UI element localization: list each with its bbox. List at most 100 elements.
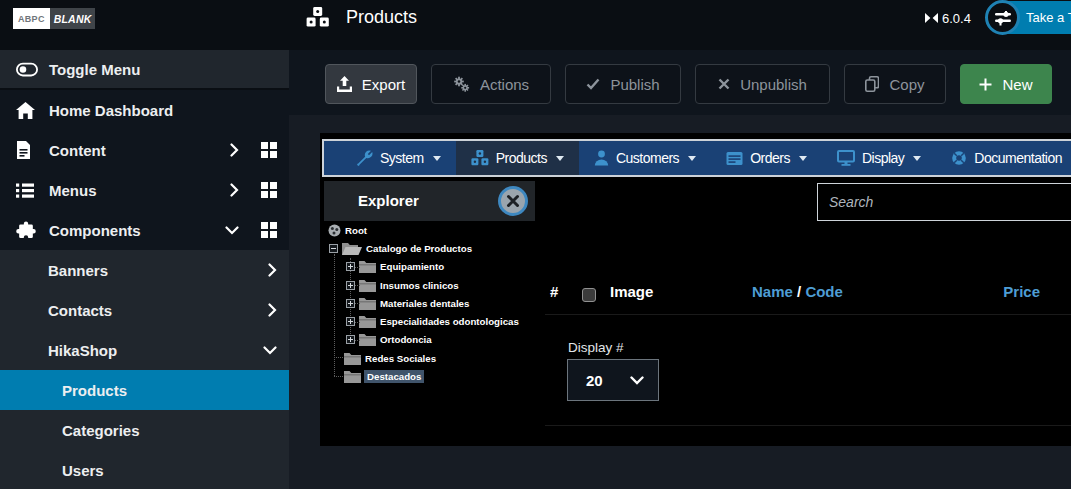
display-count-select[interactable]: 20: [567, 359, 659, 401]
menu-orders[interactable]: Orders: [711, 141, 822, 175]
page-title-group: Products: [306, 0, 417, 35]
copy-button[interactable]: Copy: [844, 64, 946, 104]
list-icon: [16, 180, 38, 200]
expand-icon[interactable]: [346, 299, 355, 308]
column-header-code[interactable]: Code: [805, 283, 843, 300]
expand-icon[interactable]: [346, 262, 355, 271]
life-ring-icon: [951, 150, 967, 166]
menu-display[interactable]: Display: [822, 141, 936, 175]
expand-icon[interactable]: [346, 335, 355, 344]
grid-icon[interactable]: [261, 142, 277, 158]
card-icon: [726, 151, 743, 166]
toolbar: Export Actions Publish Unpublish: [289, 50, 1071, 115]
pagination-divider: [545, 425, 1071, 426]
menu-products[interactable]: Products: [456, 141, 579, 175]
caret-down-icon: [556, 156, 564, 161]
chevron-down-icon: [263, 346, 277, 355]
expand-icon[interactable]: [346, 281, 355, 290]
sidebar-item-hikashop[interactable]: HikaShop: [0, 330, 289, 370]
menu-label: Products: [496, 150, 547, 166]
category-tree: Root Catalogo de Productos Equipamiento: [324, 221, 539, 386]
app: ABPC BLANK Products: [0, 0, 1071, 489]
chevron-right-icon: [230, 143, 239, 157]
chevron-right-icon: [230, 183, 239, 197]
sidebar-item-home-dashboard[interactable]: Home Dashboard: [0, 90, 289, 130]
tour-sliders-icon[interactable]: [985, 0, 1020, 35]
tree-connector: [355, 285, 360, 286]
menu-system[interactable]: System: [342, 141, 456, 175]
chevron-right-icon: [268, 263, 277, 277]
unpublish-label: Unpublish: [740, 76, 807, 93]
export-button[interactable]: Export: [325, 64, 417, 104]
sidebar-item-users[interactable]: Users: [0, 450, 289, 489]
tree-label: Root: [345, 225, 367, 236]
sidebar-item-components[interactable]: Components: [0, 210, 289, 250]
sidebar-item-categories[interactable]: Categories: [0, 410, 289, 450]
actions-label: Actions: [480, 76, 529, 93]
search-placeholder: Search: [829, 194, 873, 210]
menu-label: Documentation: [974, 150, 1062, 166]
sidebar-item-label: Content: [49, 142, 230, 159]
column-header-image[interactable]: Image: [610, 283, 653, 300]
copy-label: Copy: [889, 76, 924, 93]
tree-connector: [355, 303, 360, 304]
chevron-down-icon: [225, 226, 239, 235]
site-logo[interactable]: ABPC BLANK: [13, 8, 95, 29]
plus-icon: [979, 78, 992, 91]
sidebar-item-products[interactable]: Products: [0, 370, 289, 410]
new-button[interactable]: New: [960, 64, 1052, 104]
sidebar-item-label: Categories: [16, 422, 277, 439]
search-input[interactable]: Search: [817, 183, 1071, 221]
person-icon: [594, 150, 609, 166]
sidebar-item-content[interactable]: Content: [0, 130, 289, 170]
column-header-name[interactable]: Name: [752, 283, 793, 300]
folder-icon: [359, 260, 376, 273]
sidebar-item-menus[interactable]: Menus: [0, 170, 289, 210]
tree-label: Catalogo de Productos: [366, 243, 472, 254]
sidebar-item-toggle-menu[interactable]: Toggle Menu: [0, 50, 289, 90]
tree-label: Especialidades odontologicas: [380, 316, 519, 327]
joomla-icon: [925, 13, 938, 23]
column-header-num[interactable]: #: [550, 283, 558, 300]
menu-label: System: [380, 150, 424, 166]
display-count-value: 20: [586, 372, 630, 389]
tree-connector: [334, 357, 343, 358]
tree-item-catalogo[interactable]: Catalogo de Productos: [324, 239, 539, 257]
grid-icon[interactable]: [261, 222, 277, 238]
logo-primary: ABPC: [13, 8, 50, 29]
caret-down-icon: [799, 156, 807, 161]
select-all-checkbox[interactable]: [582, 288, 596, 302]
publish-button[interactable]: Publish: [565, 64, 681, 104]
column-header-price[interactable]: Price: [1003, 283, 1040, 300]
tree-connector: [355, 340, 360, 341]
folder-icon: [359, 279, 376, 292]
unpublish-button[interactable]: Unpublish: [695, 64, 830, 104]
menu-documentation[interactable]: Documentation: [936, 141, 1071, 175]
explorer-close-button[interactable]: [498, 186, 528, 216]
select-chevron-icon: [630, 376, 644, 385]
home-icon: [16, 100, 38, 120]
tree-item-root[interactable]: Root: [324, 221, 539, 239]
tree-label: Insumos clinicos: [380, 280, 459, 291]
menu-label: Orders: [750, 150, 790, 166]
toggle-icon: [16, 59, 38, 79]
column-header-name-code[interactable]: Name / Code: [752, 283, 843, 300]
caret-down-icon: [433, 156, 441, 161]
chevron-right-icon: [268, 303, 277, 317]
folder-icon: [359, 333, 376, 346]
sidebar-item-banners[interactable]: Banners: [0, 250, 289, 290]
menu-label: Customers: [616, 150, 679, 166]
sidebar-item-label: Banners: [16, 262, 268, 279]
tree-item-destacados[interactable]: Destacados: [324, 367, 539, 385]
actions-button[interactable]: Actions: [431, 64, 551, 104]
sidebar-item-label: Toggle Menu: [49, 61, 277, 78]
tree-item-redes[interactable]: Redes Sociales: [324, 349, 539, 367]
sidebar-item-contacts[interactable]: Contacts: [0, 290, 289, 330]
sidebar: Toggle Menu Home Dashboard Content Me: [0, 50, 289, 489]
expand-icon[interactable]: [346, 317, 355, 326]
collapse-icon[interactable]: [329, 244, 338, 253]
menu-customers[interactable]: Customers: [579, 141, 711, 175]
caret-down-icon: [913, 156, 921, 161]
grid-icon[interactable]: [261, 182, 277, 198]
caret-down-icon: [688, 156, 696, 161]
